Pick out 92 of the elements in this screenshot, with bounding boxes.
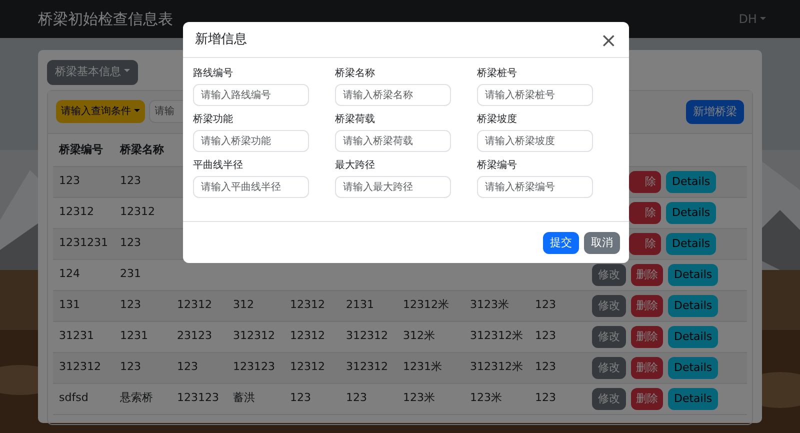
table-cell: 131 [53, 290, 114, 321]
submit-button[interactable]: 提交 [543, 232, 579, 254]
details-button[interactable]: Details [668, 326, 718, 348]
close-button[interactable]: × [598, 30, 619, 50]
edit-button[interactable]: 修改 [592, 326, 626, 348]
table-cell: 12312 [284, 321, 340, 352]
delete-button[interactable]: 除 [629, 202, 661, 224]
table-cell: 31231 [53, 321, 114, 352]
edit-button[interactable]: 修改 [592, 294, 626, 316]
table-cell: 123 [340, 383, 397, 414]
input-field[interactable]: 请输入路线编号 [193, 84, 309, 106]
input-field[interactable]: 请输入桥梁编号 [477, 176, 593, 198]
table-cell: 12312 [171, 290, 227, 321]
delete-button[interactable]: 除 [629, 170, 661, 192]
table-cell: 1231 [114, 321, 171, 352]
delete-button[interactable]: 删除 [631, 356, 663, 378]
cancel-button[interactable]: 取消 [584, 232, 620, 254]
table-cell: 123米 [397, 383, 464, 414]
field-label: 桥梁荷载 [335, 112, 376, 127]
table-cell: 123 [171, 352, 227, 383]
section-dropdown[interactable]: 桥梁基本信息 [47, 60, 138, 84]
table-cell: 231 [114, 259, 171, 290]
details-button[interactable]: Details [668, 294, 718, 316]
table-cell: 123 [529, 321, 586, 352]
input-field[interactable]: 请输入桥梁名称 [335, 84, 451, 106]
add-bridge-button[interactable]: 新增桥梁 [686, 100, 744, 124]
delete-button[interactable]: 删除 [631, 388, 663, 410]
table-cell: 312米 [397, 321, 464, 352]
field-label: 最大跨径 [335, 158, 376, 173]
table-cell: 312312 [340, 352, 397, 383]
table-cell: 123123 [171, 383, 227, 414]
input-field[interactable]: 请输入桥梁坡度 [477, 130, 593, 152]
field-label: 桥梁名称 [335, 66, 376, 81]
table-cell: 312312 [340, 321, 397, 352]
table-cell: 1231231 [53, 228, 114, 259]
table-cell: 123 [114, 166, 171, 197]
table-cell: 123 [529, 383, 586, 414]
details-button[interactable]: Details [666, 170, 716, 192]
details-button[interactable]: Details [668, 264, 718, 286]
table-cell: 123 [284, 383, 340, 414]
input-field[interactable]: 请输入桥梁功能 [193, 130, 309, 152]
table-cell: 312312米 [464, 352, 529, 383]
delete-button[interactable]: 除 [629, 232, 661, 254]
field-label: 平曲线半径 [193, 158, 244, 173]
table-cell: 12312 [53, 197, 114, 228]
table-cell: sdfsd [53, 383, 114, 414]
table-cell: 123 [53, 166, 114, 197]
table-cell: 23123 [171, 321, 227, 352]
table-cell: 12312 [284, 352, 340, 383]
table-cell: 312312 [53, 352, 114, 383]
table-cell: 123 [529, 352, 586, 383]
table-cell: 12312 [114, 197, 171, 228]
delete-button[interactable]: 删除 [631, 326, 663, 348]
column-header: 桥梁名称 [120, 143, 164, 156]
column-header: 桥梁编号 [59, 143, 103, 156]
table-cell: 悬索桥 [114, 383, 171, 414]
table-cell: 123 [114, 352, 171, 383]
table-cell: 123米 [464, 383, 529, 414]
table-cell: 123 [114, 228, 171, 259]
table-cell: 123123 [227, 352, 284, 383]
table-cell: 124 [53, 259, 114, 290]
field-label: 路线编号 [193, 66, 234, 81]
table-cell: 12312米 [397, 290, 464, 321]
condition-dropdown[interactable]: 请输入查询条件 [56, 100, 145, 124]
details-button[interactable]: Details [668, 388, 718, 410]
input-field[interactable]: 请输入桥梁荷载 [335, 130, 451, 152]
field-label: 桥梁桩号 [477, 66, 518, 81]
table-cell: 2131 [340, 290, 397, 321]
edit-button[interactable]: 修改 [592, 356, 626, 378]
modal-title: 新增信息 [195, 30, 247, 49]
input-field[interactable]: 请输入平曲线半径 [193, 176, 309, 198]
app-title: 桥梁初始检查信息表 [38, 8, 173, 30]
field-label: 桥梁坡度 [477, 112, 518, 127]
table-cell: 312312 [227, 321, 284, 352]
table-cell: 12312 [284, 290, 340, 321]
table-cell: 1231米 [397, 352, 464, 383]
edit-button[interactable]: 修改 [592, 264, 626, 286]
table-cell: 312 [227, 290, 284, 321]
delete-button[interactable]: 删除 [631, 294, 663, 316]
input-field[interactable]: 请输入桥梁桩号 [477, 84, 593, 106]
table-cell: 3123米 [464, 290, 529, 321]
details-button[interactable]: Details [666, 202, 716, 224]
table-cell: 312312米 [464, 321, 529, 352]
table-cell: 123 [114, 290, 171, 321]
input-field[interactable]: 请输入最大跨径 [335, 176, 451, 198]
delete-button[interactable]: 删除 [631, 264, 663, 286]
table-cell: 123 [529, 290, 586, 321]
details-button[interactable]: Details [668, 356, 718, 378]
field-label: 桥梁编号 [477, 158, 518, 173]
edit-button[interactable]: 修改 [592, 388, 626, 410]
table-cell: 蓄洪 [227, 383, 284, 414]
details-button[interactable]: Details [666, 232, 716, 254]
